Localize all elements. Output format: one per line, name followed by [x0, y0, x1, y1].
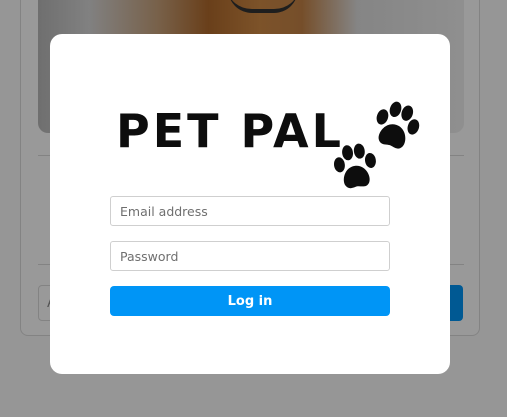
login-modal: PET PAL Log in	[50, 34, 450, 374]
password-field[interactable]	[110, 241, 390, 271]
logo: PET PAL	[50, 68, 450, 189]
login-button[interactable]: Log in	[110, 286, 390, 316]
logo-text: PET PAL	[116, 104, 344, 158]
paw-print-icon	[333, 143, 376, 189]
email-field[interactable]	[110, 196, 390, 226]
